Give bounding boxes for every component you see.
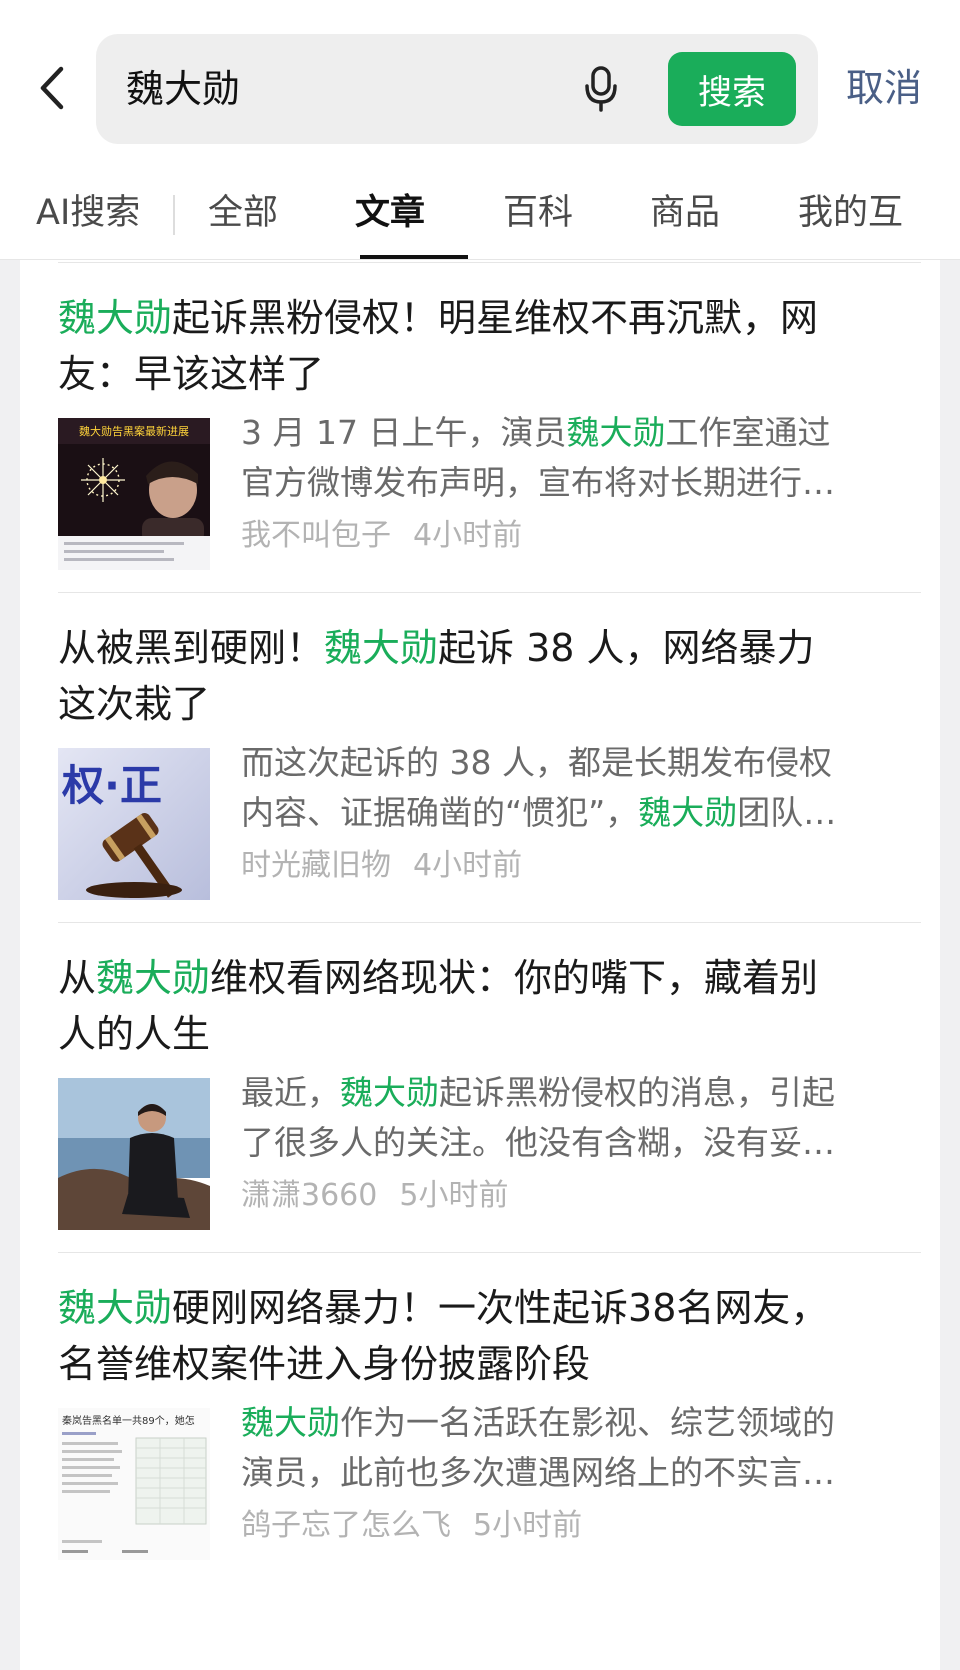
chevron-left-icon — [40, 66, 64, 110]
article-summary-line: 官方微博发布声明，宣布将对长期进行… — [241, 458, 921, 508]
article-title: 魏大勋起诉黑粉侵权！明星维权不再沉默，网 友：早该这样了 — [58, 290, 908, 402]
text-segment: 从 — [58, 956, 97, 1000]
article-author: 潇潇3660 — [241, 1178, 378, 1213]
article-title-line: 从魏大勋维权看网络现状：你的嘴下，藏着别 — [58, 950, 908, 1006]
article-title-line: 这次栽了 — [58, 676, 908, 732]
tab-divider — [173, 195, 175, 235]
article-title: 魏大勋硬刚网络暴力！一次性起诉38名网友， 名誉维权案件进入身份披露阶段 — [58, 1280, 908, 1392]
tab-all[interactable]: 全部 — [208, 191, 278, 235]
search-query-text: 魏大勋 — [126, 67, 241, 111]
article-author: 我不叫包子 — [241, 518, 391, 553]
article-title-line: 人的人生 — [58, 1006, 908, 1062]
article-title-line: 魏大勋起诉黑粉侵权！明星维权不再沉默，网 — [58, 290, 908, 346]
article-title: 从被黑到硬刚！魏大勋起诉 38 人，网络暴力 这次栽了 — [58, 620, 908, 732]
article-meta: 我不叫包子 4小时前 — [241, 516, 522, 556]
article-time: 5小时前 — [399, 1178, 509, 1213]
tab-ai-search[interactable]: AI搜索 — [36, 191, 140, 235]
text-segment: 从被黑到硬刚！ — [58, 626, 325, 670]
thumbnail-caption: 秦岚告黑名单一共89个，她怎 — [62, 1414, 195, 1427]
article-summary: 3 月 17 日上午，演员魏大勋工作室通过 官方微博发布声明，宣布将对长期进行… — [241, 408, 921, 508]
article-summary-line: 3 月 17 日上午，演员魏大勋工作室通过 — [241, 408, 921, 458]
tab-articles[interactable]: 文章 — [355, 191, 425, 235]
text-segment: 作为一名活跃在影视、综艺领域的 — [340, 1403, 835, 1442]
article-meta: 潇潇3660 5小时前 — [241, 1176, 508, 1216]
search-header: 魏大勋 搜索 取消 — [0, 0, 960, 155]
text-segment: 起诉黑粉侵权！明星维权不再沉默，网 — [172, 296, 819, 340]
highlighted-keyword: 魏大勋 — [241, 1403, 340, 1442]
highlighted-keyword: 魏大勋 — [566, 413, 666, 452]
tab-products[interactable]: 商品 — [650, 191, 720, 235]
article-title: 从魏大勋维权看网络现状：你的嘴下，藏着别 人的人生 — [58, 950, 908, 1062]
text-segment: 官方微博发布声明，宣布将对长期进行… — [241, 463, 835, 502]
text-segment: 维权看网络现状：你的嘴下，藏着别 — [210, 956, 819, 1000]
article-summary-line: 而这次起诉的 38 人，都是长期发布侵权 — [241, 738, 921, 788]
text-segment: 名誉维权案件进入身份披露阶段 — [58, 1342, 591, 1386]
article-title-line: 魏大勋硬刚网络暴力！一次性起诉38名网友， — [58, 1280, 908, 1336]
text-segment: 3 月 17 日上午，演员 — [241, 413, 567, 452]
article-title-line: 友：早该这样了 — [58, 346, 908, 402]
results-list: 魏大勋起诉黑粉侵权！明星维权不再沉默，网 友：早该这样了 魏大勋告黑案最新进展 — [20, 260, 940, 1670]
text-segment: 最近， — [241, 1073, 340, 1112]
highlighted-keyword: 魏大勋 — [96, 956, 211, 1000]
highlighted-keyword: 魏大勋 — [324, 626, 439, 670]
article-summary: 而这次起诉的 38 人，都是长期发布侵权 内容、证据确凿的“惯犯”，魏大勋团队… — [241, 738, 921, 838]
divider — [58, 922, 921, 923]
thumbnail-caption: 魏大勋告黑案最新进展 — [79, 424, 189, 438]
article-time: 4小时前 — [413, 848, 523, 883]
text-segment: 起诉 38 人，网络暴力 — [438, 626, 815, 670]
article-author: 鸽子忘了怎么飞 — [241, 1508, 451, 1543]
microphone-icon[interactable] — [578, 62, 624, 116]
cancel-button[interactable]: 取消 — [846, 62, 922, 114]
article-summary: 魏大勋作为一名活跃在影视、综艺领域的 演员，此前也多次遭遇网络上的不实言… — [241, 1398, 921, 1498]
thumbnail-caption: 权·正 — [61, 761, 162, 810]
highlighted-keyword: 魏大勋 — [340, 1073, 439, 1112]
article-thumbnail: 秦岚告黑名单一共89个，她怎 — [58, 1408, 210, 1560]
text-segment: 这次栽了 — [58, 682, 211, 726]
highlighted-keyword: 魏大勋 — [58, 1286, 173, 1330]
article-summary-line: 内容、证据确凿的“惯犯”，魏大勋团队… — [241, 788, 921, 838]
highlighted-keyword: 魏大勋 — [58, 296, 173, 340]
text-segment: 友：早该这样了 — [58, 352, 325, 396]
tab-my-interactions[interactable]: 我的互 — [798, 191, 903, 235]
text-segment: 工作室通过 — [665, 413, 831, 452]
article-title-line: 从被黑到硬刚！魏大勋起诉 38 人，网络暴力 — [58, 620, 908, 676]
text-segment: 人的人生 — [58, 1012, 211, 1056]
text-segment: 起诉黑粉侵权的消息，引起 — [439, 1073, 835, 1112]
article-meta: 鸽子忘了怎么飞 5小时前 — [241, 1506, 582, 1546]
article-time: 5小时前 — [473, 1508, 583, 1543]
article-title-line: 名誉维权案件进入身份披露阶段 — [58, 1336, 908, 1392]
article-thumbnail: 魏大勋告黑案最新进展 — [58, 418, 210, 570]
article-thumbnail — [58, 1078, 210, 1230]
article-summary-line: 魏大勋作为一名活跃在影视、综艺领域的 — [241, 1398, 921, 1448]
article-time: 4小时前 — [413, 518, 523, 553]
text-segment: 而这次起诉的 38 人，都是长期发布侵权 — [241, 743, 832, 782]
text-segment: 硬刚网络暴力！一次性起诉38名网友， — [172, 1286, 829, 1330]
article-meta: 时光藏旧物 4小时前 — [241, 846, 522, 886]
text-segment: 演员，此前也多次遭遇网络上的不实言… — [241, 1453, 835, 1492]
search-button[interactable]: 搜索 — [668, 52, 796, 126]
article-summary-line: 演员，此前也多次遭遇网络上的不实言… — [241, 1448, 921, 1498]
text-segment: 内容、证据确凿的“惯犯”， — [241, 793, 639, 832]
highlighted-keyword: 魏大勋 — [638, 793, 738, 832]
article-summary-line: 最近，魏大勋起诉黑粉侵权的消息，引起 — [241, 1068, 921, 1118]
article-author: 时光藏旧物 — [241, 848, 391, 883]
back-button[interactable] — [30, 58, 74, 118]
article-summary-line: 了很多人的关注。他没有含糊，没有妥… — [241, 1118, 921, 1168]
text-segment: 团队… — [737, 793, 837, 832]
category-tabs: AI搜索 全部 文章 百科 商品 我的互 — [0, 155, 960, 260]
divider — [58, 262, 921, 263]
article-thumbnail: 权·正 — [58, 748, 210, 900]
tab-encyclopedia[interactable]: 百科 — [503, 191, 573, 235]
text-segment: 了很多人的关注。他没有含糊，没有妥… — [241, 1123, 835, 1162]
divider — [58, 592, 921, 593]
divider — [58, 1252, 921, 1253]
search-input[interactable]: 魏大勋 搜索 — [96, 34, 818, 144]
article-summary: 最近，魏大勋起诉黑粉侵权的消息，引起 了很多人的关注。他没有含糊，没有妥… — [241, 1068, 921, 1168]
